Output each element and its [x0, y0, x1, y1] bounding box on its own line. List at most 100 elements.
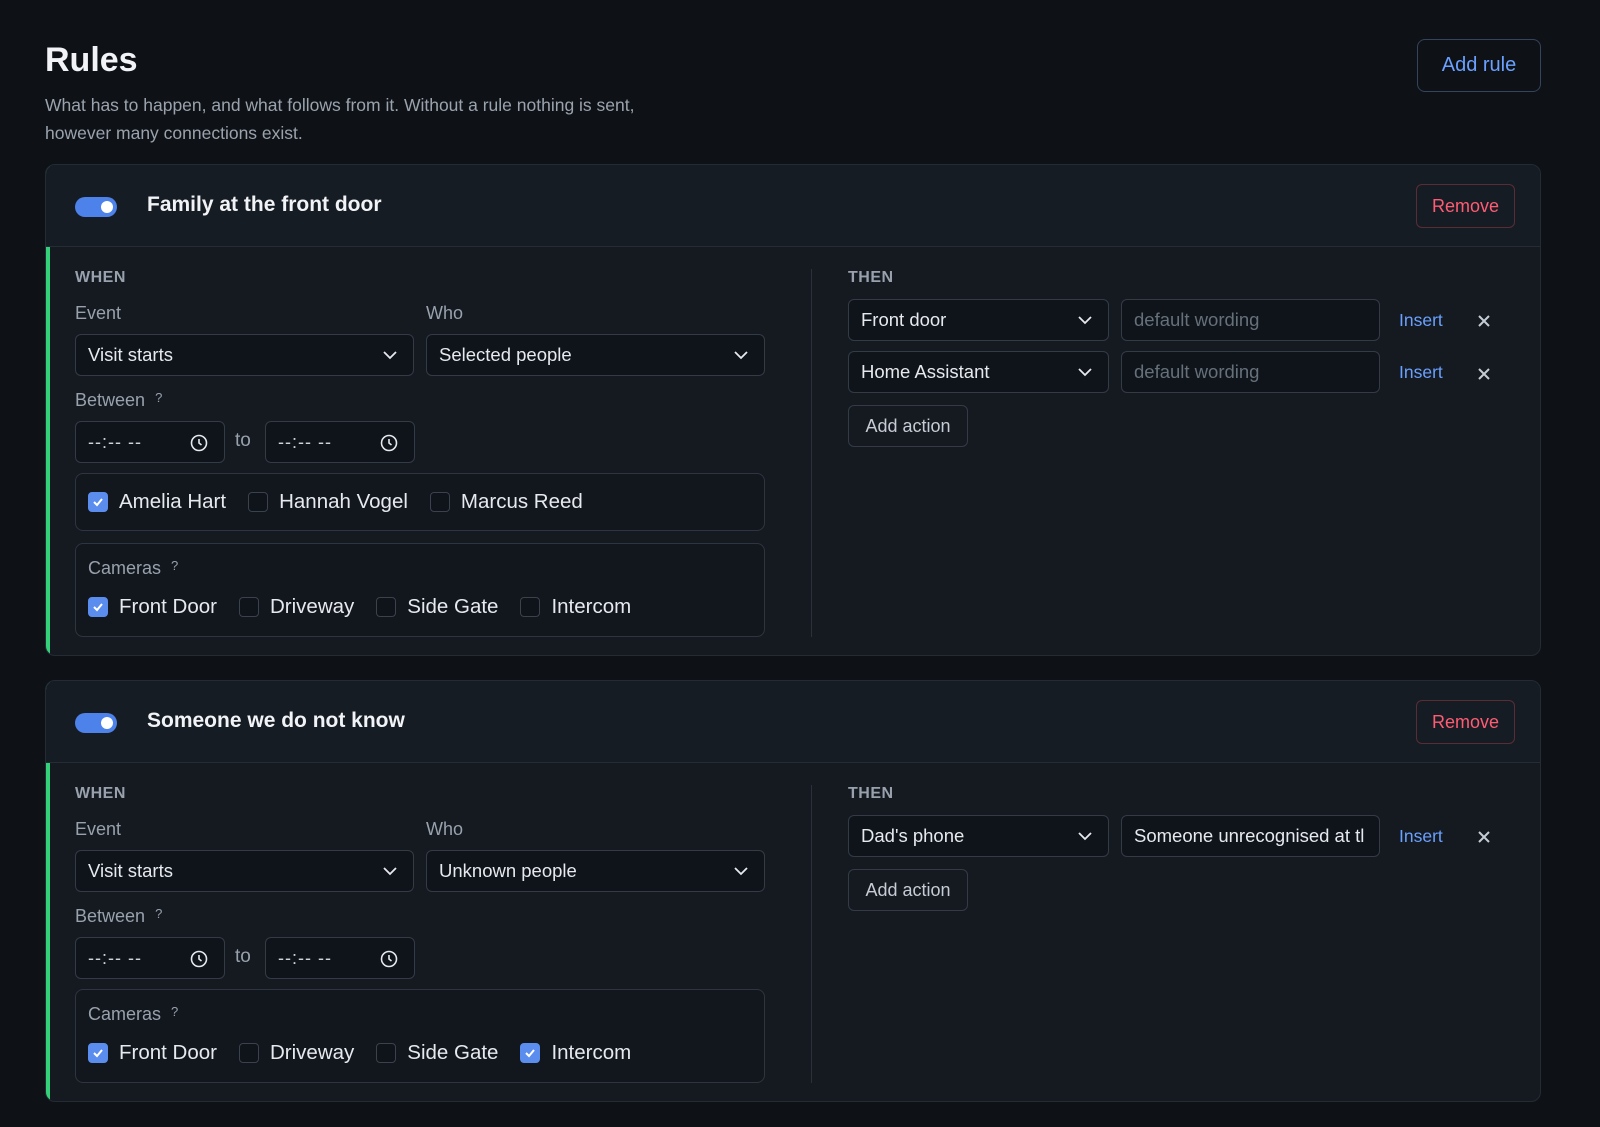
clock-icon[interactable]: [380, 434, 398, 452]
rule-enabled-toggle[interactable]: [75, 713, 117, 733]
action-wording-input[interactable]: Someone unrecognised at tl: [1121, 815, 1380, 857]
close-icon[interactable]: [1477, 314, 1491, 328]
page-subtitle: What has to happen, and what follows fro…: [45, 95, 635, 143]
section-divider: [811, 785, 812, 1083]
checkbox-driveway[interactable]: [238, 1043, 259, 1063]
who-label: Who: [426, 819, 464, 839]
add-action-button[interactable]: Add action: [848, 405, 968, 447]
chevron-down-icon: [734, 867, 748, 876]
event-select-value: Visit starts: [88, 344, 173, 365]
action-wording-input[interactable]: default wording: [1121, 299, 1380, 341]
between-label-text: Between: [75, 390, 146, 410]
checkbox-intercom[interactable]: [520, 1043, 541, 1063]
clock-icon[interactable]: [380, 950, 398, 968]
action-wording-input[interactable]: default wording: [1121, 351, 1380, 393]
event-label: Event: [75, 303, 122, 323]
camera-label[interactable]: Intercom: [551, 1041, 631, 1065]
to-label: to: [235, 946, 251, 967]
page-title: Rules: [45, 41, 138, 79]
event-select[interactable]: Visit starts: [75, 334, 414, 376]
event-label: Event: [75, 819, 122, 839]
rule-card: Someone we do not know Remove WHEN Event…: [45, 680, 1541, 1102]
end-time-placeholder: --:-- --: [278, 947, 332, 968]
clock-icon[interactable]: [190, 434, 208, 452]
rule-card: Family at the front door Remove WHEN Eve…: [45, 164, 1541, 656]
action-target-value: Dad's phone: [861, 825, 965, 846]
start-time-placeholder: --:-- --: [88, 947, 142, 968]
checkbox-hannah-vogel[interactable]: [248, 492, 269, 512]
action-target-select[interactable]: Front door: [848, 299, 1109, 341]
checkbox-intercom[interactable]: [520, 597, 541, 617]
section-divider: [811, 269, 812, 637]
insert-link[interactable]: Insert: [1399, 362, 1443, 383]
add-action-button[interactable]: Add action: [848, 869, 968, 911]
checkbox-side-gate[interactable]: [376, 1043, 397, 1063]
person-label[interactable]: Amelia Hart: [119, 490, 226, 514]
camera-label[interactable]: Side Gate: [407, 1041, 498, 1065]
camera-label[interactable]: Driveway: [270, 1041, 354, 1065]
cameras-box: Cameras? Front Door Driveway Side Gate I…: [75, 989, 765, 1083]
check-icon: [93, 1049, 103, 1058]
camera-label[interactable]: Intercom: [551, 595, 631, 619]
checkbox-front-door[interactable]: [88, 597, 108, 617]
add-rule-button[interactable]: Add rule: [1417, 39, 1541, 92]
cameras-box: Cameras? Front Door Driveway Side Gate I…: [75, 543, 765, 637]
clock-icon[interactable]: [190, 950, 208, 968]
insert-link[interactable]: Insert: [1399, 826, 1443, 847]
camera-checkboxes: Front Door Driveway Side Gate Intercom: [88, 1041, 653, 1065]
who-select[interactable]: Selected people: [426, 334, 765, 376]
cameras-label: Cameras?: [88, 1004, 178, 1025]
between-label: Between?: [75, 390, 162, 411]
rule-header: Family at the front door Remove: [46, 165, 1540, 247]
who-select[interactable]: Unknown people: [426, 850, 765, 892]
person-label[interactable]: Marcus Reed: [461, 490, 583, 514]
when-heading: WHEN: [75, 785, 126, 802]
person-label[interactable]: Hannah Vogel: [279, 490, 408, 514]
start-time-input[interactable]: --:-- --: [75, 937, 225, 979]
insert-link[interactable]: Insert: [1399, 310, 1443, 331]
chevron-down-icon: [383, 351, 397, 360]
event-select[interactable]: Visit starts: [75, 850, 414, 892]
help-icon[interactable]: ?: [171, 1004, 178, 1019]
checkbox-marcus-reed[interactable]: [429, 492, 450, 512]
end-time-input[interactable]: --:-- --: [265, 421, 415, 463]
remove-rule-button[interactable]: Remove: [1416, 184, 1515, 228]
start-time-input[interactable]: --:-- --: [75, 421, 225, 463]
camera-label[interactable]: Side Gate: [407, 595, 498, 619]
camera-label[interactable]: Front Door: [119, 595, 217, 619]
camera-label[interactable]: Front Door: [119, 1041, 217, 1065]
between-label: Between?: [75, 906, 162, 927]
checkbox-driveway[interactable]: [238, 597, 259, 617]
action-target-value: Home Assistant: [861, 361, 990, 382]
checkbox-side-gate[interactable]: [376, 597, 397, 617]
rule-enabled-toggle[interactable]: [75, 197, 117, 217]
rule-header: Someone we do not know Remove: [46, 681, 1540, 763]
cameras-label-text: Cameras: [88, 1004, 162, 1024]
camera-label[interactable]: Driveway: [270, 595, 354, 619]
checkbox-amelia-hart[interactable]: [88, 492, 108, 512]
then-heading: THEN: [848, 785, 894, 802]
start-time-placeholder: --:-- --: [88, 431, 142, 452]
who-select-value: Selected people: [439, 344, 572, 365]
chevron-down-icon: [383, 867, 397, 876]
check-icon: [525, 1049, 536, 1058]
remove-rule-button[interactable]: Remove: [1416, 700, 1515, 744]
action-target-value: Front door: [861, 309, 947, 330]
rule-name[interactable]: Someone we do not know: [147, 709, 405, 733]
checkbox-front-door[interactable]: [88, 1043, 108, 1063]
help-icon[interactable]: ?: [155, 390, 162, 405]
close-icon[interactable]: [1477, 830, 1491, 844]
cameras-label-text: Cameras: [88, 558, 162, 578]
action-target-select[interactable]: Dad's phone: [848, 815, 1109, 857]
help-icon[interactable]: ?: [171, 558, 178, 573]
action-target-select[interactable]: Home Assistant: [848, 351, 1109, 393]
when-heading: WHEN: [75, 269, 126, 286]
rule-name[interactable]: Family at the front door: [147, 193, 382, 217]
camera-checkboxes: Front Door Driveway Side Gate Intercom: [88, 595, 653, 619]
between-label-text: Between: [75, 906, 146, 926]
end-time-input[interactable]: --:-- --: [265, 937, 415, 979]
people-box: Amelia Hart Hannah Vogel Marcus Reed: [75, 473, 765, 531]
help-icon[interactable]: ?: [155, 906, 162, 921]
people-checkboxes: Amelia Hart Hannah Vogel Marcus Reed: [88, 490, 605, 514]
close-icon[interactable]: [1477, 367, 1491, 381]
